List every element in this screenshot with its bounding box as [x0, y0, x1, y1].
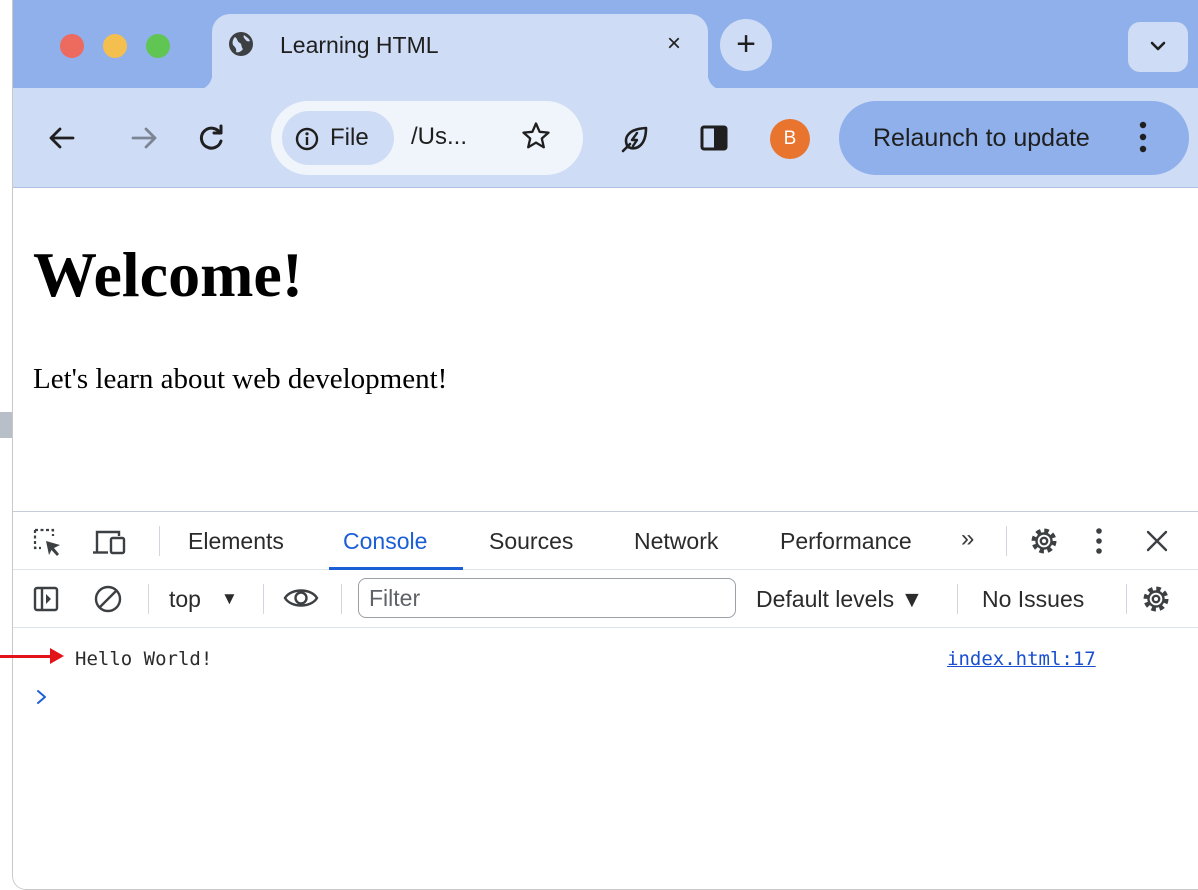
filter-input[interactable] — [358, 578, 736, 618]
chevron-down-icon — [1150, 41, 1166, 51]
relaunch-label: Relaunch to update — [873, 124, 1090, 152]
toolbar-divider — [1126, 584, 1127, 614]
site-info-chip[interactable]: File — [282, 111, 394, 165]
toolbar-divider — [263, 584, 264, 614]
reload-icon[interactable] — [198, 124, 226, 152]
background-window-edge — [0, 412, 12, 438]
browser-toolbar: File /Us... B Relaunch to update — [13, 88, 1198, 188]
tab-close-icon[interactable]: × — [660, 30, 688, 58]
tab-elements[interactable]: Elements — [188, 526, 284, 556]
url-text[interactable]: /Us... — [411, 121, 467, 153]
info-icon — [295, 127, 319, 151]
toolbar-divider — [148, 584, 149, 614]
show-sidebar-icon[interactable] — [33, 586, 59, 612]
minimize-window-button[interactable] — [103, 34, 127, 58]
tab-strip: Learning HTML × + — [13, 0, 1198, 90]
inspect-element-icon[interactable] — [33, 528, 63, 558]
screenshot-page: Learning HTML × + File /Us... B Relaunch… — [0, 0, 1198, 890]
globe-icon — [229, 32, 253, 56]
side-panel-icon[interactable] — [700, 125, 728, 151]
kebab-menu-icon[interactable] — [1095, 527, 1103, 555]
forward-arrow-icon[interactable] — [131, 126, 159, 150]
log-message: Hello World! — [75, 648, 213, 670]
toolbar-divider — [957, 584, 958, 614]
tab-network[interactable]: Network — [634, 526, 718, 556]
log-source-link[interactable]: index.html:17 — [947, 645, 1096, 673]
eye-icon[interactable] — [283, 586, 319, 610]
log-levels-selector[interactable]: Default levels ▼ — [756, 584, 923, 614]
toolbar-divider — [159, 526, 160, 556]
devtools-tab-bar: Elements Console Sources Network Perform… — [13, 512, 1198, 570]
site-chip-label: File — [330, 124, 369, 151]
relaunch-to-update-button[interactable]: Relaunch to update — [839, 101, 1189, 175]
tab-title: Learning HTML — [280, 32, 439, 58]
tab-search-button[interactable] — [1128, 22, 1188, 72]
zoom-window-button[interactable] — [146, 34, 170, 58]
page-heading: Welcome! — [33, 239, 304, 310]
context-selector[interactable]: top — [169, 584, 201, 614]
caret-down-icon[interactable]: ▼ — [221, 584, 238, 614]
toolbar-divider — [1006, 526, 1007, 556]
toolbar-divider — [341, 584, 342, 614]
back-arrow-icon[interactable] — [47, 126, 75, 150]
console-prompt-icon[interactable] — [35, 688, 49, 706]
device-toolbar-icon[interactable] — [93, 529, 127, 555]
page-paragraph: Let's learn about web development! — [33, 363, 448, 395]
page-viewport: Welcome! Let's learn about web developme… — [13, 189, 1198, 511]
issues-counter[interactable]: No Issues — [982, 584, 1084, 614]
tab-console[interactable]: Console — [343, 526, 427, 556]
clear-console-icon[interactable] — [93, 584, 123, 614]
tab-performance[interactable]: Performance — [780, 526, 912, 556]
gear-icon[interactable] — [1141, 584, 1171, 614]
leaf-icon[interactable] — [619, 123, 651, 155]
console-output: Hello World! index.html:17 — [13, 628, 1198, 889]
new-tab-button[interactable]: + — [720, 19, 772, 71]
star-icon[interactable] — [521, 121, 551, 151]
console-toolbar: top ▼ Default levels ▼ No Issues — [13, 570, 1198, 628]
close-window-button[interactable] — [60, 34, 84, 58]
annotation-arrow-shaft — [0, 655, 52, 658]
annotation-arrow-icon — [50, 648, 64, 664]
profile-avatar[interactable]: B — [770, 119, 810, 159]
close-icon[interactable] — [1146, 530, 1168, 552]
tab-learning-html[interactable]: Learning HTML × — [196, 14, 724, 90]
devtools-panel: Elements Console Sources Network Perform… — [13, 511, 1198, 889]
tab-sources[interactable]: Sources — [489, 526, 573, 556]
gear-icon[interactable] — [1029, 526, 1059, 556]
browser-window: Learning HTML × + File /Us... B Relaunch… — [12, 0, 1198, 890]
more-tabs-icon[interactable]: » — [961, 524, 974, 554]
address-bar[interactable]: File /Us... — [271, 101, 583, 175]
kebab-menu-icon — [1139, 121, 1147, 153]
